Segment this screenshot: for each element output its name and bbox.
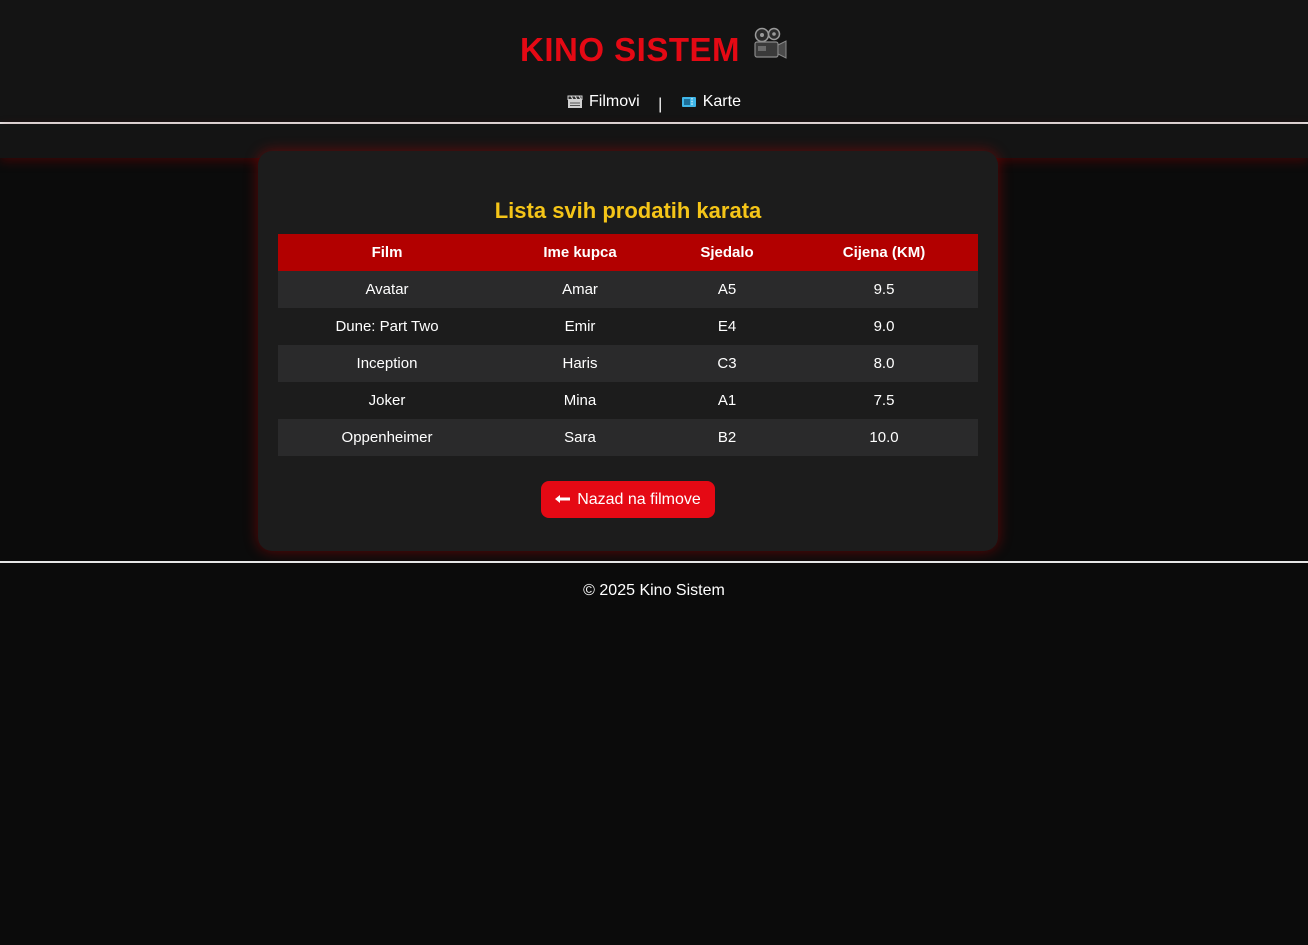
table-row: Joker Mina A1 7.5 [278,382,978,419]
back-button-label: Nazad na filmove [577,490,701,508]
cell-ime-kupca: Haris [496,345,664,382]
cell-cijena: 8.0 [790,345,978,382]
cell-film: Avatar [278,271,496,308]
site-title: KINO SISTEM [0,27,1308,74]
tickets-table: Film Ime kupca Sjedalo Cijena (KM) Avata… [278,234,978,456]
cell-cijena: 7.5 [790,382,978,419]
movie-camera-icon [752,27,788,70]
cell-sjedalo: A1 [664,382,790,419]
cell-cijena: 10.0 [790,419,978,456]
back-to-movies-button[interactable]: Nazad na filmove [541,481,715,518]
table-row: Inception Haris C3 8.0 [278,345,978,382]
cell-sjedalo: E4 [664,308,790,345]
clapperboard-icon [567,95,583,109]
column-header-ime-kupca: Ime kupca [496,234,664,271]
table-row: Oppenheimer Sara B2 10.0 [278,419,978,456]
cell-ime-kupca: Amar [496,271,664,308]
page-title: Lista svih prodatih karata [494,198,762,223]
cell-film: Inception [278,345,496,382]
arrow-left-icon [555,491,571,509]
column-header-film: Film [278,234,496,271]
column-header-sjedalo: Sjedalo [664,234,790,271]
cell-ime-kupca: Mina [496,382,664,419]
table-row: Avatar Amar A5 9.5 [278,271,978,308]
site-header: KINO SISTEM Filmovi | Karte [0,0,1308,124]
cell-ime-kupca: Emir [496,308,664,345]
cell-sjedalo: A5 [664,271,790,308]
cell-film: Oppenheimer [278,419,496,456]
footer-copyright: © 2025 Kino Sistem [583,582,725,599]
nav-item-karte[interactable]: Karte [681,92,741,112]
tickets-card: Lista svih prodatih karata Film Ime kupc… [258,151,998,551]
main-content: Lista svih prodatih karata Film Ime kupc… [0,124,1308,561]
cell-cijena: 9.0 [790,308,978,345]
column-header-cijena: Cijena (KM) [790,234,978,271]
nav-item-filmovi[interactable]: Filmovi [567,92,640,112]
cell-cijena: 9.5 [790,271,978,308]
cell-film: Joker [278,382,496,419]
site-footer: © 2025 Kino Sistem [0,561,1308,623]
ticket-icon [681,95,697,109]
cell-sjedalo: B2 [664,419,790,456]
cell-ime-kupca: Sara [496,419,664,456]
cell-sjedalo: C3 [664,345,790,382]
cell-film: Dune: Part Two [278,308,496,345]
nav-item-label: Karte [702,93,741,110]
table-row: Dune: Part Two Emir E4 9.0 [278,308,978,345]
table-header-row: Film Ime kupca Sjedalo Cijena (KM) [278,234,978,271]
site-title-text: KINO SISTEM [519,31,741,68]
nav-item-label: Filmovi [589,93,640,110]
nav-separator: | [658,96,663,113]
main-nav: Filmovi | Karte [0,92,1308,115]
